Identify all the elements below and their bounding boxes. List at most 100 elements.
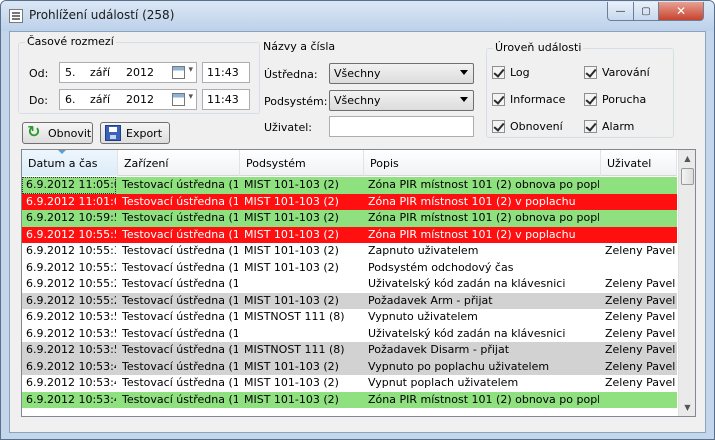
cell-description: Uživatelský kód zadán na klávesnici	[368, 277, 566, 290]
events-grid[interactable]: Datum a čas Zařízení Podsystém Popis Uži…	[21, 149, 696, 417]
title-bar[interactable]: Prohlížení událostí (258) — ▢ ✕	[1, 1, 714, 31]
to-month: září	[90, 93, 111, 106]
cell-subsystem: MIST 101-103 (2)	[244, 376, 339, 389]
column-header-user[interactable]: Uživatel	[601, 150, 677, 176]
time-range-group: Časové rozmezí Od: 5. září 2012 11:43 Do…	[18, 35, 260, 114]
cell-description: Vypnut poplach uživatelem	[368, 376, 519, 389]
table-row[interactable]: 6.9.2012 10:53:46 Testovací ústředna (1) M…	[22, 391, 677, 408]
time-range-legend: Časové rozmezí	[25, 35, 116, 48]
cell-user: Zeleny Pavel	[605, 244, 676, 257]
checkmark-icon	[492, 93, 505, 106]
vertical-scrollbar[interactable]: ▲ ▼	[678, 150, 695, 416]
from-time-field[interactable]: 11:43	[202, 62, 250, 83]
user-input[interactable]	[329, 116, 474, 137]
cell-subsystem: MIST 101-103 (2)	[244, 211, 339, 224]
from-date-picker[interactable]: 5. září 2012	[59, 62, 197, 83]
window-title: Prohlížení událostí (258)	[29, 8, 175, 22]
table-row[interactable]: 6.9.2012 10:59:51 Testovací ústředna (1) M…	[22, 210, 677, 227]
to-time-field[interactable]: 11:43	[202, 89, 250, 110]
scroll-down-icon[interactable]: ▼	[679, 399, 695, 416]
cell-device: Testovací ústředna (1)	[122, 277, 238, 290]
log-label: Log	[510, 66, 530, 79]
cell-user: Zeleny Pavel	[605, 326, 676, 340]
column-header-description[interactable]: Popis	[364, 150, 601, 176]
scrollbar-thumb[interactable]	[681, 168, 694, 185]
info-label: Informace	[510, 93, 566, 106]
cell-user: Zeleny Pavel	[605, 277, 676, 290]
table-row[interactable]: 6.9.2012 10:55:27 Testovací ústředna (1) U…	[22, 276, 677, 293]
warning-label: Varování	[602, 66, 650, 79]
from-month: září	[90, 66, 111, 79]
to-date-picker[interactable]: 6. září 2012	[59, 89, 197, 110]
cell-datetime: 6.9.2012 10:53:53	[26, 310, 116, 323]
subsystem-select[interactable]: Všechny	[329, 90, 474, 111]
cell-description: Zóna PIR místnost 101 (2) v poplachu	[368, 194, 576, 208]
user-label: Uživatel:	[264, 121, 312, 134]
export-button[interactable]: Export	[100, 122, 170, 144]
cell-device: Testovací ústředna (1)	[122, 194, 238, 208]
to-label: Do:	[29, 94, 48, 107]
cell-description: Vypnuto uživatelem	[368, 310, 478, 323]
table-row[interactable]: 6.9.2012 10:55:27 Testovací ústředna (1) M…	[22, 259, 677, 276]
cell-user	[601, 194, 677, 211]
table-row[interactable]: 6.9.2012 10:53:52 Testovací ústředna (1) M…	[22, 342, 677, 359]
restore-checkbox[interactable]: Obnovení	[492, 120, 563, 133]
scroll-up-icon[interactable]: ▲	[679, 150, 695, 167]
close-button[interactable]: ✕	[658, 2, 704, 21]
cell-subsystem: MISTNOST 111 (8)	[244, 343, 345, 356]
cell-datetime: 6.9.2012 10:55:37	[26, 244, 116, 257]
cell-datetime: 6.9.2012 10:55:27	[26, 260, 116, 274]
fault-checkbox[interactable]: Porucha	[584, 93, 646, 106]
cell-subsystem	[240, 276, 362, 293]
checkmark-icon	[584, 93, 597, 106]
cell-description: Podsystém odchodový čas	[368, 260, 514, 274]
subsystem-select-value: Všechny	[334, 94, 381, 107]
subsystem-label: Podsystém:	[264, 95, 328, 108]
cell-description: Požadavek Disarm - přijat	[368, 343, 510, 356]
cell-subsystem: MIST 101-103 (2)	[244, 244, 339, 257]
cell-device: Testovací ústředna (1)	[122, 178, 238, 191]
names-legend: Názvy a čísla	[261, 40, 338, 53]
table-row[interactable]: 6.9.2012 10:55:26 Testovací ústředna (1) M…	[22, 292, 677, 309]
table-row[interactable]: 6.9.2012 10:55:37 Testovací ústředna (1) M…	[22, 243, 677, 260]
calendar-dropdown-icon[interactable]	[171, 92, 193, 107]
to-year: 2012	[126, 93, 154, 106]
table-row[interactable]: 6.9.2012 10:53:47 Testovací ústředna (1) M…	[22, 358, 677, 375]
column-header-subsystem[interactable]: Podsystém	[240, 150, 364, 176]
cell-subsystem: MIST 101-103 (2)	[244, 227, 339, 241]
column-header-datetime[interactable]: Datum a čas	[22, 150, 118, 176]
cell-device: Testovací ústředna (1)	[122, 310, 238, 323]
cell-datetime: 6.9.2012 10:55:51	[26, 227, 116, 241]
cell-subsystem: MIST 101-103 (2)	[244, 392, 339, 406]
panel-select[interactable]: Všechny	[329, 63, 474, 84]
cell-datetime: 6.9.2012 11:01:01	[26, 194, 116, 208]
warning-checkbox[interactable]: Varování	[584, 66, 650, 79]
cell-device: Testovací ústředna (1)	[122, 244, 238, 257]
panel-select-value: Všechny	[334, 67, 381, 80]
table-row[interactable]: 6.9.2012 10:53:46 Testovací ústředna (1) M…	[22, 375, 677, 392]
column-header-device[interactable]: Zařízení	[118, 150, 240, 176]
log-checkbox[interactable]: Log	[492, 66, 530, 79]
cell-subsystem: MIST 101-103 (2)	[244, 178, 339, 191]
save-icon	[105, 125, 121, 141]
cell-device: Testovací ústředna (1)	[122, 359, 238, 373]
table-row[interactable]: 6.9.2012 10:53:53 Testovací ústředna (1) U…	[22, 325, 677, 342]
table-row[interactable]: 6.9.2012 10:55:51 Testovací ústředna (1) M…	[22, 226, 677, 243]
minimize-button[interactable]: —	[607, 2, 634, 21]
panel-label: Ústředna:	[264, 68, 318, 81]
cell-subsystem: MISTNOST 111 (8)	[244, 310, 345, 323]
refresh-icon	[27, 122, 43, 141]
alarm-checkbox[interactable]: Alarm	[584, 120, 634, 133]
table-row[interactable]: 6.9.2012 11:05:01 Testovací ústředna (1) M…	[22, 177, 677, 194]
calendar-dropdown-icon[interactable]	[171, 65, 193, 80]
cell-user: Zeleny Pavel	[605, 310, 676, 323]
from-day: 5.	[65, 66, 76, 79]
table-row[interactable]: 6.9.2012 11:01:01 Testovací ústředna (1) M…	[22, 193, 677, 211]
cell-subsystem: MIST 101-103 (2)	[244, 260, 339, 274]
info-checkbox[interactable]: Informace	[492, 93, 565, 106]
cell-user	[601, 177, 677, 194]
refresh-button[interactable]: Obnovit	[22, 122, 93, 144]
cell-datetime: 6.9.2012 10:53:52	[26, 343, 116, 356]
maximize-button[interactable]: ▢	[633, 2, 659, 21]
table-row[interactable]: 6.9.2012 10:53:53 Testovací ústředna (1) M…	[22, 309, 677, 326]
